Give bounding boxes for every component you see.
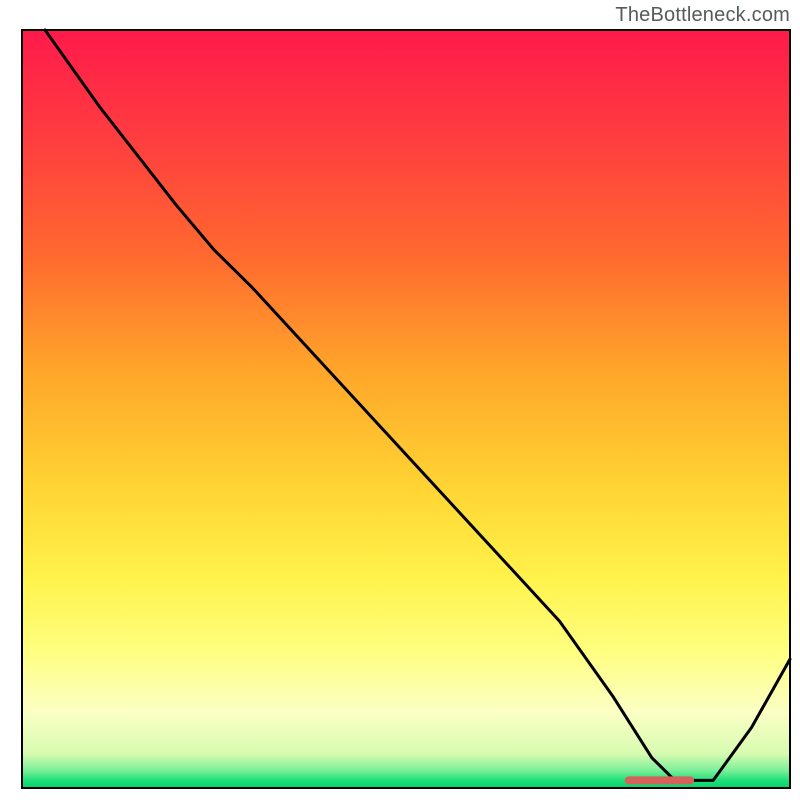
- plot-background: [22, 30, 790, 788]
- chart-container: TheBottleneck.com: [0, 0, 800, 800]
- watermark-text: TheBottleneck.com: [615, 4, 790, 27]
- bottleneck-chart: [0, 0, 800, 800]
